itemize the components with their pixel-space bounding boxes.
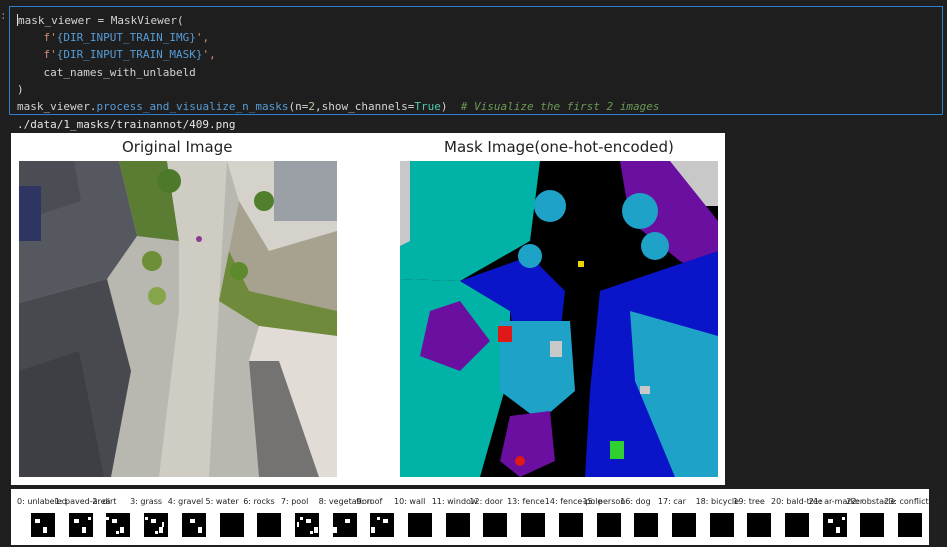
channel-label: 16: dog <box>620 497 651 506</box>
output-figure-images: Original Image Mask Image(one-hot-encode… <box>11 133 725 485</box>
channel-thumbnail <box>596 513 621 537</box>
code-token: mask_viewer. <box>17 99 97 113</box>
channel-thumbnail <box>181 513 206 537</box>
channel-thumbnail <box>785 513 809 537</box>
channel-thumbnail <box>483 513 508 537</box>
code-token: True <box>414 99 441 113</box>
channel-thumbnail <box>144 513 169 537</box>
code-lines[interactable]: mask_viewer = MaskViewer( f'{DIR_INPUT_T… <box>17 12 659 115</box>
code-token: f' <box>17 31 57 45</box>
channel-label: 23: conflicting <box>884 497 942 506</box>
channel-thumbnail <box>445 513 470 537</box>
code-token: f' <box>17 48 57 62</box>
channel-label: 2: dirt <box>92 497 117 506</box>
channel-label: 12: door <box>469 497 503 506</box>
channels-figure: 0: unlabeled 1: paved-area 2: dirt 3: grass… <box>11 489 941 545</box>
code-token: mask_viewer = MaskViewer( <box>18 14 184 27</box>
code-cell-editor[interactable]: mask_viewer = MaskViewer( f'{DIR_INPUT_T… <box>9 6 943 115</box>
code-token: ', <box>195 31 210 45</box>
original-image-title: Original Image <box>122 138 233 156</box>
code-token: # Visualize the first 2 images <box>460 99 660 113</box>
channel-thumbnail <box>860 513 885 537</box>
channel-label: 6: rocks <box>243 497 275 506</box>
channel-thumbnail <box>219 513 244 537</box>
code-token: ', <box>202 48 216 62</box>
mask-image <box>400 161 718 477</box>
mask-image-title: Mask Image(one-hot-encoded) <box>444 138 674 156</box>
code-line[interactable]: mask_viewer = MaskViewer( <box>17 12 659 29</box>
cell-prompt: : <box>0 9 7 22</box>
code-token: cat_names_with_unlabeld <box>17 65 196 79</box>
channel-mask-pixels <box>145 517 165 534</box>
channel-thumbnail <box>408 513 432 537</box>
code-token: ) <box>440 99 461 113</box>
code-token: (n= <box>288 99 309 113</box>
channel-mask-pixels <box>35 519 47 533</box>
code-line[interactable]: f'{DIR_INPUT_TRAIN_IMG}', <box>17 29 659 46</box>
channel-thumbnail <box>294 513 319 537</box>
channel-thumbnail <box>257 513 282 537</box>
channel-thumbnail <box>747 513 772 537</box>
channel-thumbnail <box>634 513 659 537</box>
channel-thumbnail <box>709 513 734 537</box>
channel-thumbnail <box>822 513 847 537</box>
channel-label: 10: wall <box>394 497 426 506</box>
channel-mask-pixels <box>827 517 845 533</box>
channel-label: 15: person <box>582 497 626 506</box>
channel-label: 3: grass <box>130 497 163 506</box>
original-aerial-image <box>19 161 337 477</box>
code-line[interactable]: f'{DIR_INPUT_TRAIN_MASK}', <box>17 46 659 63</box>
channel-thumbnail <box>370 513 395 537</box>
channel-mask-pixels <box>371 517 389 533</box>
code-line[interactable]: ) <box>17 81 659 98</box>
channel-mask-pixels <box>73 517 91 533</box>
channel-thumbnail <box>671 513 696 537</box>
channel-label: 7: pool <box>280 497 309 506</box>
code-line[interactable]: cat_names_with_unlabeld <box>17 64 659 81</box>
code-token: process_and_visualize_n_masks <box>96 99 289 113</box>
channel-label: 9: roof <box>356 497 383 506</box>
code-token: {DIR_INPUT_TRAIN_MASK} <box>56 48 203 62</box>
channel-mask-pixels <box>332 519 350 533</box>
code-token: ) <box>17 82 24 96</box>
code-token: {DIR_INPUT_TRAIN_IMG} <box>56 31 196 45</box>
channel-thumbnail <box>31 513 55 537</box>
channel-label: 13: fence <box>507 497 545 506</box>
code-token: ,show_channels= <box>315 99 415 113</box>
channel-thumbnail <box>106 513 131 537</box>
channel-mask-pixels <box>189 519 202 533</box>
channel-mask-pixels <box>106 517 125 534</box>
channel-label: 5: water <box>205 497 239 506</box>
channel-thumbnail <box>558 513 583 537</box>
channel-thumbnail <box>68 513 93 537</box>
channel-thumbnail <box>332 513 357 537</box>
channel-thumbnail <box>898 513 923 537</box>
channel-label: 17: car <box>657 497 686 506</box>
code-line[interactable]: mask_viewer.process_and_visualize_n_mask… <box>17 98 659 115</box>
channel-label: 19: tree <box>733 497 765 506</box>
output-file-path: ./data/1_masks/trainannot/409.png <box>17 118 236 131</box>
channel-mask-pixels <box>296 517 318 534</box>
channel-label: 4: gravel <box>167 497 204 506</box>
channel-thumbnail <box>521 513 546 537</box>
